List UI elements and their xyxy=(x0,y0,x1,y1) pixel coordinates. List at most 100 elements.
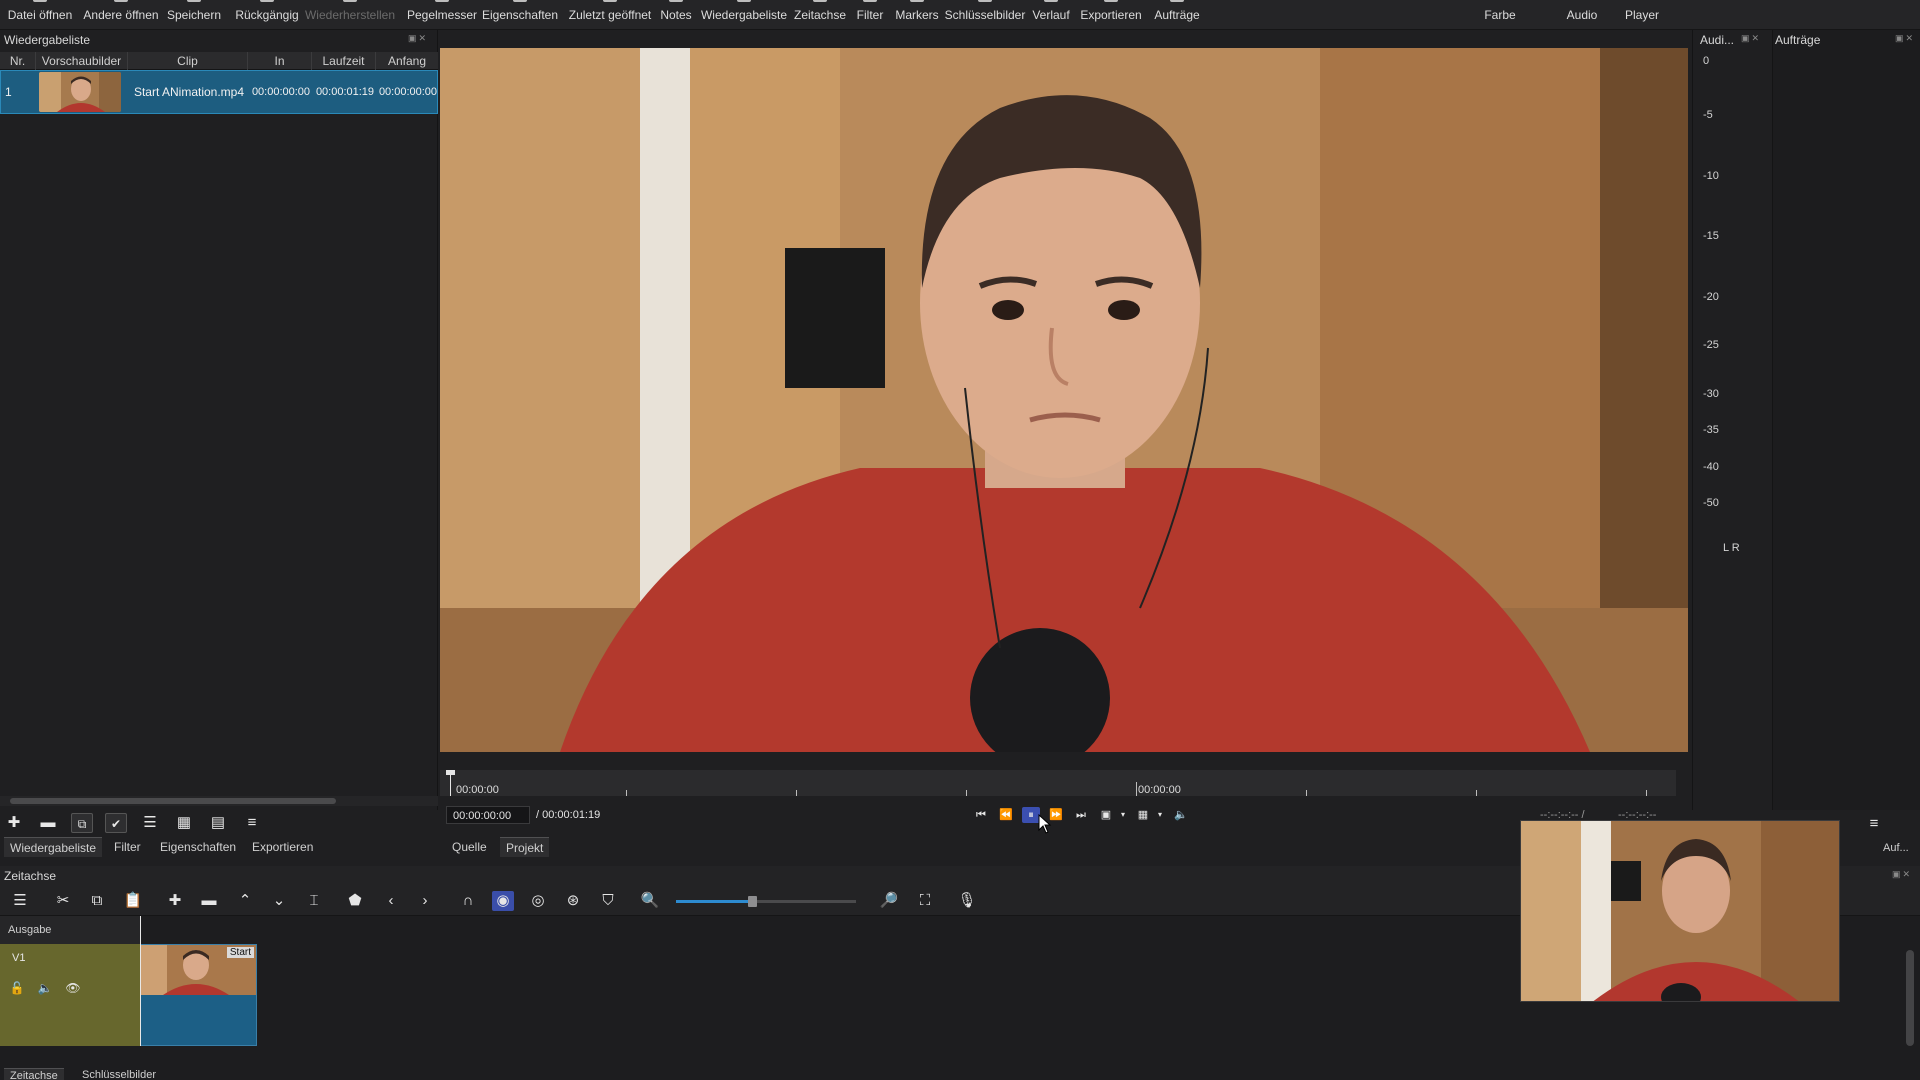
toolbar-item-icon xyxy=(813,0,827,2)
track-header-v1[interactable]: V1 🔓 🔈 👁 xyxy=(0,944,140,1046)
col-clip[interactable]: Clip xyxy=(128,52,248,70)
output-track-header[interactable]: Ausgabe xyxy=(0,916,140,944)
video-player[interactable] xyxy=(440,48,1688,752)
timeline-menu-icon[interactable]: ☰ xyxy=(9,891,31,911)
col-start[interactable]: Anfang xyxy=(376,52,438,70)
scrollbar-thumb[interactable] xyxy=(10,798,336,804)
col-nr[interactable]: Nr. xyxy=(0,52,36,70)
copy-icon[interactable]: ⧉ xyxy=(86,891,108,911)
ripple-icon[interactable]: ◎ xyxy=(527,891,549,911)
layout-button[interactable]: Player xyxy=(1625,8,1659,22)
ripple-all-icon[interactable]: ⊛ xyxy=(562,891,584,911)
current-timecode-field[interactable]: 00:00:00:00 xyxy=(446,806,530,824)
timeline-clip[interactable]: Start xyxy=(140,944,257,1046)
tab-filter[interactable]: Filter xyxy=(108,837,147,857)
toolbar-item[interactable]: Exportieren xyxy=(1080,8,1141,22)
overwrite-icon[interactable]: ⌄ xyxy=(268,891,290,911)
cut-icon[interactable]: ✂ xyxy=(52,891,74,911)
check-icon[interactable]: ✔ xyxy=(105,813,127,833)
toolbar-item[interactable]: Notes xyxy=(660,8,691,22)
plus-icon[interactable]: ✚ xyxy=(3,813,25,833)
tab-project[interactable]: Projekt xyxy=(500,837,550,857)
toolbar-item[interactable]: Markers xyxy=(895,8,938,22)
update-icon[interactable]: ⧉ xyxy=(71,813,93,833)
tab-source[interactable]: Quelle xyxy=(446,837,493,857)
clip-thumbnail xyxy=(39,72,121,112)
toolbar-item[interactable]: Aufträge xyxy=(1154,8,1199,22)
col-in[interactable]: In xyxy=(248,52,312,70)
mouse-cursor-icon xyxy=(1038,814,1052,834)
jobs-dock-buttons[interactable]: ▣✕ xyxy=(1895,33,1915,44)
zoom-slider[interactable] xyxy=(676,896,856,907)
db-level: 0 xyxy=(1703,55,1710,67)
volume-icon[interactable]: 🔈 xyxy=(1172,807,1190,823)
grid-icon[interactable]: ▦ xyxy=(1134,807,1152,823)
zoom-in-icon[interactable]: 🔎 xyxy=(878,891,900,911)
minus-icon[interactable]: ▬ xyxy=(37,813,59,833)
tab-export[interactable]: Exportieren xyxy=(246,837,319,857)
toolbar-item[interactable]: Filter xyxy=(857,8,884,22)
record-audio-icon[interactable]: 🎙 xyxy=(956,891,978,911)
col-thumbnails[interactable]: Vorschaubilder xyxy=(36,52,128,70)
lock-icon[interactable]: 🔓 xyxy=(6,978,28,998)
tab-jobs[interactable]: Auf... xyxy=(1877,838,1915,858)
skip-to-end-icon[interactable]: ⏭ xyxy=(1072,807,1090,823)
timeline-cursor[interactable] xyxy=(140,916,141,1046)
previous-marker-icon[interactable]: ‹ xyxy=(380,891,402,911)
rewind-icon[interactable]: ⏪ xyxy=(997,807,1015,823)
menu-icon[interactable]: ≡ xyxy=(241,813,263,833)
audio-dock-buttons[interactable]: ▣✕ xyxy=(1741,33,1761,44)
toggle-zoom-icon[interactable]: ▣ xyxy=(1097,807,1115,823)
table-row[interactable]: 1 Start ANimation.mp4 00:00:00:00 00:00:… xyxy=(0,70,438,114)
snap-icon[interactable]: ∩ xyxy=(457,891,479,911)
toolbar-item[interactable]: Verlauf xyxy=(1032,8,1069,22)
tab-keyframes[interactable]: Schlüsselbilder xyxy=(76,1068,162,1080)
eye-icon[interactable]: 👁 xyxy=(62,978,84,998)
layout-button[interactable]: Audio xyxy=(1567,8,1598,22)
skip-to-start-icon[interactable]: ⏮ xyxy=(972,807,990,823)
timeline-vscrollbar[interactable] xyxy=(1906,950,1914,1046)
player-timeline-ruler[interactable]: 00:00:00 00:00:00 xyxy=(440,770,1676,796)
timeline-dock-buttons[interactable]: ▣✕ xyxy=(1892,869,1912,880)
tab-timeline[interactable]: Zeitachse xyxy=(4,1068,64,1080)
split-icon[interactable]: ⌶ xyxy=(303,891,325,911)
detail-view-icon[interactable]: ▤ xyxy=(207,813,229,833)
toolbar-item[interactable]: Andere öffnen xyxy=(83,8,158,22)
ruler-start-time: 00:00:00 xyxy=(456,784,499,796)
next-marker-icon[interactable]: › xyxy=(414,891,436,911)
toolbar-item[interactable]: Eigenschaften xyxy=(482,8,558,22)
layout-button[interactable]: Farbe xyxy=(1484,8,1515,22)
toolbar-item[interactable]: Pegelmesser xyxy=(407,8,477,22)
toolbar-item[interactable]: Schlüsselbilder xyxy=(945,8,1026,22)
list-view-icon[interactable]: ☰ xyxy=(139,813,161,833)
marker-icon[interactable]: ⬟ xyxy=(344,891,366,911)
jobs-menu-icon[interactable]: ≡ xyxy=(1863,814,1885,834)
zoom-fit-icon[interactable]: ⛶ xyxy=(914,891,936,911)
paste-icon[interactable]: 📋 xyxy=(122,891,144,911)
ripple-markers-icon[interactable]: ⛉ xyxy=(597,891,619,911)
zoom-slider-handle[interactable] xyxy=(747,896,757,907)
toolbar-item[interactable]: Rückgängig xyxy=(235,8,298,22)
tab-playlist[interactable]: Wiedergabeliste xyxy=(4,837,103,857)
col-duration[interactable]: Laufzeit xyxy=(312,52,376,70)
scrub-icon[interactable]: ◉ xyxy=(492,891,514,911)
grid-dropdown-icon[interactable]: ▾ xyxy=(1151,807,1169,823)
remove-icon[interactable]: ▬ xyxy=(198,891,220,911)
zoom-slider-fill xyxy=(676,900,752,903)
tab-properties[interactable]: Eigenschaften xyxy=(154,837,242,857)
playhead-marker[interactable] xyxy=(446,770,455,796)
playlist-hscrollbar[interactable] xyxy=(0,796,438,806)
zoom-out-icon[interactable]: 🔍 xyxy=(639,891,661,911)
toolbar-item[interactable]: Zuletzt geöffnet xyxy=(569,8,652,22)
playlist-dock-buttons[interactable]: ▣✕ xyxy=(408,33,428,44)
toolbar-item[interactable]: Speichern xyxy=(167,8,221,22)
player-tabs: Quelle Projekt xyxy=(446,837,646,857)
append-icon[interactable]: ✚ xyxy=(164,891,186,911)
grid-view-icon[interactable]: ▦ xyxy=(173,813,195,833)
toolbar-item[interactable]: Datei öffnen xyxy=(8,8,73,22)
mute-icon[interactable]: 🔈 xyxy=(34,978,56,998)
zoom-dropdown-icon[interactable]: ▾ xyxy=(1114,807,1132,823)
toolbar-item[interactable]: Wiedergabeliste xyxy=(701,8,787,22)
lift-icon[interactable]: ⌃ xyxy=(234,891,256,911)
toolbar-item[interactable]: Zeitachse xyxy=(794,8,846,22)
